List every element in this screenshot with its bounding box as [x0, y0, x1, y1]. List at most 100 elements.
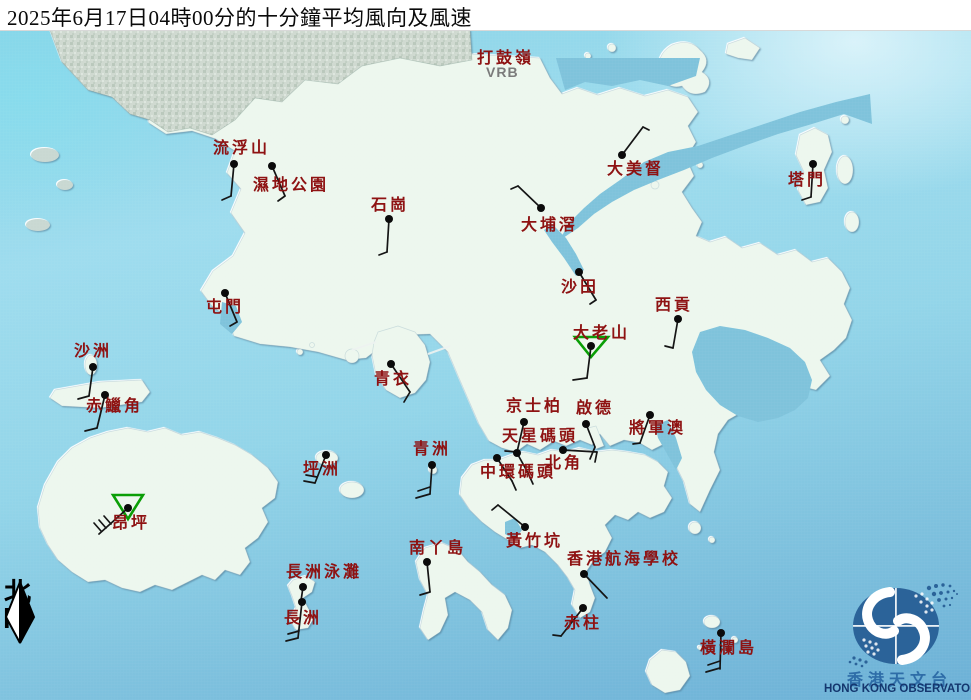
station-label: 大埔滘 [521, 215, 578, 234]
wind-barb [303, 480, 316, 484]
station-kai-tak: 啟德 [576, 398, 614, 460]
station-label: 石崗 [370, 195, 409, 214]
stations-layer: 打鼓嶺VRB 流浮山濕地公園石崗 大美督塔門大埔滘沙田西貢大老山 屯門沙洲赤鱲角 青衣京… [74, 48, 826, 673]
station-chek-lap-kok: 赤鱲角 [84, 391, 143, 432]
wind-barb [511, 480, 517, 491]
wind-barb [642, 126, 650, 131]
station-tai-mei-tuk: 大美督 [607, 126, 664, 178]
station-label: 天星碼頭 [502, 427, 578, 445]
station-label: 京士柏 [506, 396, 563, 415]
map-canvas: 打鼓嶺 VRB 流浮山濕地公園石崗 大美督塔門大埔滘沙田西貢大老山 屯門沙洲赤鱲角 青衣京… [0, 0, 971, 700]
wind-barb [707, 660, 721, 666]
station-dot [513, 449, 521, 457]
station-dot [423, 558, 431, 566]
wind-barb [429, 464, 433, 495]
station-label: 香港航海學校 [566, 549, 681, 568]
station-dot [89, 363, 97, 371]
wind-barb [98, 519, 107, 529]
station-label: 黃竹坑 [505, 531, 563, 550]
station-peng-chau: 坪洲 [303, 451, 341, 484]
wind-barb [497, 504, 526, 528]
wind-barb [664, 345, 674, 349]
station-dot [230, 160, 238, 168]
station-label: 南丫島 [409, 538, 466, 557]
wind-barb [552, 634, 562, 637]
north-arrow-icon [4, 581, 36, 644]
station-label: 長洲泳灘 [286, 562, 362, 581]
station-label: 坪洲 [303, 460, 341, 478]
station-dot [520, 418, 528, 426]
station-label: 赤柱 [564, 613, 602, 632]
station-wetland-park: 濕地公園 [253, 162, 326, 202]
station-label: 沙洲 [74, 342, 112, 360]
station-note: VRB [486, 64, 519, 80]
station-cheung-chau: 長洲 [284, 598, 322, 642]
station-label: 大美督 [607, 159, 664, 178]
station-label: 赤鱲角 [86, 396, 143, 415]
wind-barb [705, 667, 721, 673]
wind-barb [403, 391, 411, 403]
station-dot [646, 411, 654, 419]
wind-barb [510, 185, 519, 190]
wind-barb [672, 318, 679, 349]
station-sha-tin: 沙田 [561, 268, 599, 305]
wind-barb [84, 427, 98, 432]
station-tuen-mun: 屯門 [206, 289, 244, 327]
station-sai-kung: 西貢 [655, 296, 693, 349]
hko-wind-map: 打鼓嶺 VRB 流浮山濕地公園石崗 大美督塔門大埔滘沙田西貢大老山 屯門沙洲赤鱲角 青衣京… [0, 0, 971, 700]
wind-barb [801, 196, 812, 201]
wind-barb [88, 366, 94, 397]
station-label: 青洲 [413, 439, 451, 458]
wind-barb [583, 573, 608, 599]
station-label: 塔門 [788, 170, 826, 189]
station-wong-chuk-hang: 黃竹坑 [491, 504, 563, 550]
wind-barb [632, 442, 641, 445]
hko-logo-icon [848, 583, 958, 668]
wind-barb [221, 195, 232, 201]
wind-barb [277, 195, 286, 202]
station-dot [809, 160, 817, 168]
station-dot [582, 420, 590, 428]
station-dot [521, 523, 529, 531]
wind-barb [287, 630, 300, 635]
hko-name-en: HONG KONG OBSERVATORY [824, 683, 971, 695]
station-label: 啟德 [576, 398, 614, 417]
station-label: 長洲 [284, 609, 322, 627]
station-label: 將軍澳 [629, 418, 686, 437]
station-lamma-island: 南丫島 [409, 538, 466, 596]
wind-barb [415, 493, 431, 499]
compass: 北 N [2, 580, 42, 644]
station-tseung-kwan-o: 將軍澳 [629, 411, 686, 445]
wind-barb [491, 504, 499, 511]
station-label: 大老山 [573, 323, 630, 342]
wind-barb [230, 163, 235, 197]
station-dot [268, 162, 276, 170]
wind-barb [517, 185, 542, 209]
station-label: 流浮山 [213, 138, 270, 157]
station-label: 西貢 [655, 296, 693, 314]
station-ta-kwu-ling: 打鼓嶺VRB [477, 48, 531, 80]
wind-barb [93, 522, 102, 532]
station-tai-po-kau: 大埔滘 [510, 185, 578, 234]
station-dot [124, 504, 132, 512]
station-waglan-island: 橫瀾島 [700, 629, 757, 673]
station-dot [385, 215, 393, 223]
station-dot [580, 570, 588, 578]
station-sha-chau: 沙洲 [74, 342, 112, 400]
title-bar: 2025年6月17日04時00分的十分鐘平均風向及風速 [0, 0, 971, 31]
wind-barb [229, 321, 238, 327]
wind-barb [285, 637, 299, 642]
station-label: 昂坪 [112, 514, 150, 532]
station-dot [579, 604, 587, 612]
station-ngong-ping: 昂坪 [93, 493, 150, 535]
station-tates-cairn: 大老山 [572, 323, 630, 381]
wind-barb [378, 251, 388, 256]
wind-barb [589, 299, 597, 305]
station-label: 橫瀾島 [700, 638, 757, 657]
station-dot [221, 289, 229, 297]
station-label: 沙田 [561, 278, 599, 296]
station-label: 青衣 [374, 369, 412, 388]
station-dot [428, 461, 436, 469]
station-tsing-yi: 青衣 [374, 360, 412, 403]
station-label: 屯門 [206, 297, 244, 316]
